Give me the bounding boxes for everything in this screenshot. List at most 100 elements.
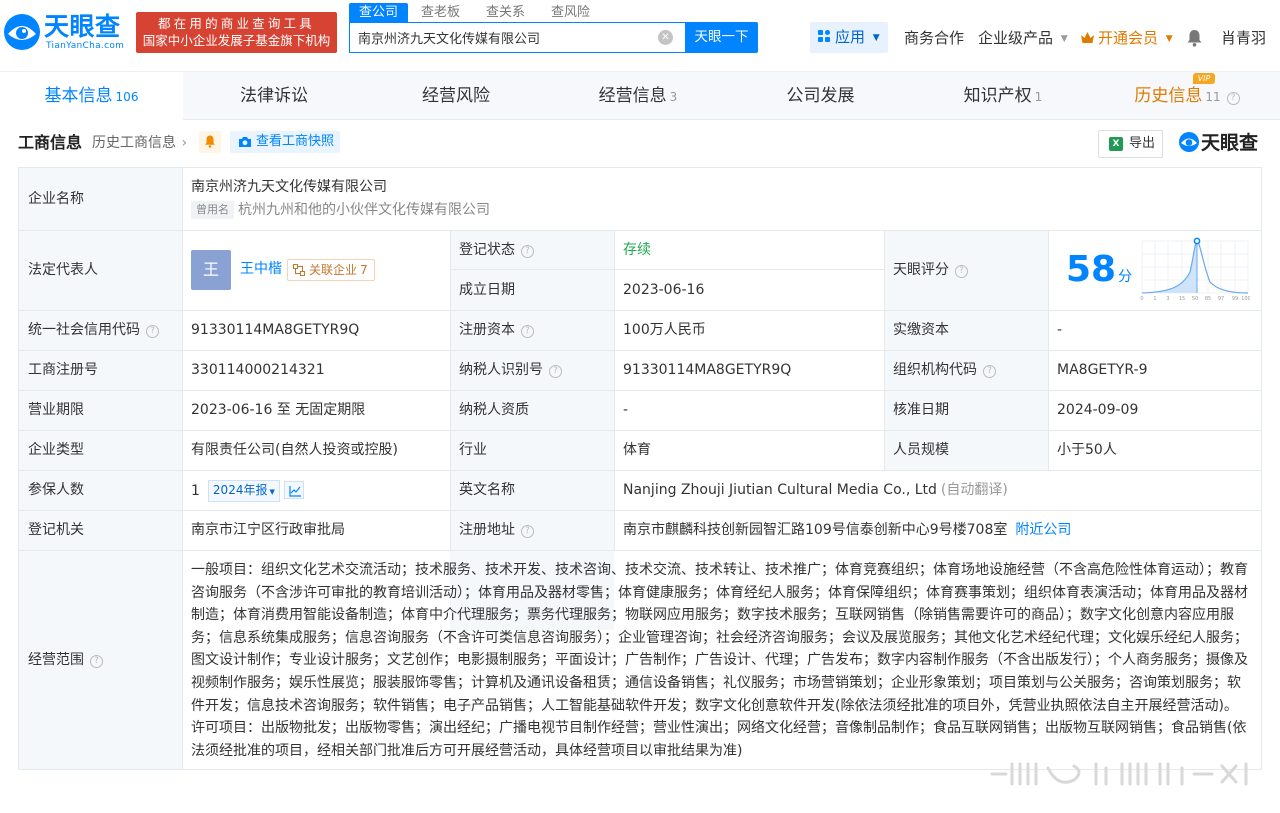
annual-report-dropdown[interactable]: 2024年报 ▼ xyxy=(207,480,280,502)
chevron-right-icon: › xyxy=(181,135,188,151)
business-info-table: 企业名称 南京州济九天文化传媒有限公司 曾用名 杭州九州和他的小伙伴文化传媒有限公… xyxy=(18,167,1262,770)
org-code-label: 组织机构代码? xyxy=(893,360,996,380)
former-name-tag: 曾用名 xyxy=(191,201,234,219)
watermark-scribble xyxy=(990,762,1248,786)
industry-value: 体育 xyxy=(623,442,651,458)
insured-value: 1 2024年报 ▼ xyxy=(191,480,304,502)
help-icon[interactable]: ? xyxy=(90,655,103,668)
apps-grid-icon xyxy=(818,30,831,43)
english-name-value: Nanjing Zhouji Jiutian Cultural Media Co… xyxy=(623,480,1008,500)
legal-rep-link[interactable]: 王中楷 xyxy=(240,259,282,279)
search-tab-boss[interactable]: 查老板 xyxy=(411,3,470,23)
authority-label: 登记机关 xyxy=(28,522,84,538)
nearby-companies-link[interactable]: 附近公司 xyxy=(1015,522,1071,538)
scope-text: 一般项目：组织文化艺术交流活动；技术服务、技术开发、技术咨询、技术交流、技术转让… xyxy=(191,562,1248,759)
reg-no-label: 工商注册号 xyxy=(28,362,98,378)
score-axis-tick-5: 85 xyxy=(1205,296,1211,302)
former-name: 曾用名 杭州九州和他的小伙伴文化传媒有限公司 xyxy=(191,200,490,220)
reg-capital-value: 100万人民币 xyxy=(623,322,706,338)
paid-capital-label: 实缴资本 xyxy=(893,322,949,338)
bell-icon[interactable] xyxy=(1186,29,1203,47)
tab-risk[interactable]: 经营风险 xyxy=(365,72,547,120)
search-box: ✕ xyxy=(349,22,685,53)
help-icon[interactable]: ? xyxy=(521,245,534,258)
tab-count: 1 xyxy=(1034,90,1043,104)
score-axis-tick-2: 3 xyxy=(1166,296,1169,302)
help-icon[interactable]: ? xyxy=(146,325,159,338)
slogan-banner[interactable]: 都在用的商业查询工具 国家中小企业发展子基金旗下机构 xyxy=(136,12,337,53)
english-name-label: 英文名称 xyxy=(459,482,515,498)
taxpayer-qual-label: 纳税人资质 xyxy=(459,402,529,418)
help-icon[interactable]: ? xyxy=(955,265,968,278)
nav-enterprise-products[interactable]: 企业级产品 ▼ xyxy=(978,27,1068,50)
tianyancha-logo[interactable]: 天眼查 TianYanCha.com xyxy=(2,12,130,52)
annual-report-label: 2024年报 xyxy=(212,483,268,497)
est-date-value: 2023-06-16 xyxy=(623,282,705,298)
score-distribution-chart: 0 1 3 15 50 85 97 99 100 xyxy=(1140,237,1250,302)
search-button[interactable]: 天眼一下 xyxy=(685,22,758,53)
logo-text: 天眼查 xyxy=(44,12,121,41)
history-business-link[interactable]: 历史工商信息 › xyxy=(92,133,187,153)
tab-label: 法律诉讼 xyxy=(240,86,308,106)
legal-rep-label: 法定代表人 xyxy=(28,262,98,278)
tab-label: 经营风险 xyxy=(422,86,490,106)
score-axis-tick-6: 97 xyxy=(1218,296,1224,302)
chevron-down-icon: ▼ xyxy=(269,488,275,496)
company-name-label: 企业名称 xyxy=(28,191,84,207)
taxpayer-id-label: 纳税人识别号? xyxy=(459,360,562,380)
tab-label: 公司发展 xyxy=(786,86,855,106)
score-axis-tick-4: 50 xyxy=(1192,296,1198,302)
taxpayer-qual-value: - xyxy=(623,402,629,418)
score-value[interactable]: 58 分 xyxy=(1066,248,1132,299)
help-icon[interactable]: ? xyxy=(983,365,996,378)
authority-value: 南京市江宁区行政审批局 xyxy=(191,522,345,538)
tab-label: 基本信息 xyxy=(44,86,113,106)
snapshot-button[interactable]: 查看工商快照 xyxy=(230,131,340,153)
trend-icon[interactable] xyxy=(283,481,304,499)
nav-vip[interactable]: 开通会员 ▼ xyxy=(1080,27,1173,50)
nav-business[interactable]: 商务合作 xyxy=(904,27,964,49)
reg-status-label: 登记状态? xyxy=(459,240,534,260)
help-icon[interactable]: ? xyxy=(549,365,562,378)
monitor-button[interactable] xyxy=(199,131,221,153)
score-number: 58 xyxy=(1066,249,1117,290)
tab-history[interactable]: 历史信息 11? xyxy=(1094,72,1280,120)
taxpayer-id-value: 91330114MA8GETYR9Q xyxy=(623,362,792,378)
search-input[interactable] xyxy=(350,23,650,52)
tab-basic-info[interactable]: 基本信息 106 xyxy=(0,72,183,120)
search-tab-relation[interactable]: 查关系 xyxy=(476,3,535,23)
export-label: 导出 xyxy=(1129,136,1156,151)
search-tab-company[interactable]: 查公司 xyxy=(349,3,409,23)
crown-icon xyxy=(1081,32,1094,43)
tab-legal[interactable]: 法律诉讼 xyxy=(183,72,365,120)
search-tab-risk[interactable]: 查风险 xyxy=(541,3,600,23)
related-companies-tag[interactable]: 关联企业 7 xyxy=(287,259,375,281)
export-button[interactable]: X 导出 xyxy=(1098,130,1163,158)
approval-date-label: 核准日期 xyxy=(893,402,949,418)
staff-value: 小于50人 xyxy=(1057,442,1117,458)
tab-development[interactable]: 公司发展 xyxy=(729,72,912,120)
logo-eye-icon xyxy=(4,14,40,50)
reg-no-value: 330114000214321 xyxy=(191,362,325,378)
network-icon xyxy=(293,264,305,276)
tab-business-info[interactable]: 经营信息 3 xyxy=(547,72,729,120)
org-code-value: MA8GETYR-9 xyxy=(1057,362,1148,378)
top-bar: 天眼查 TianYanCha.com 都在用的商业查询工具 国家中小企业发展子基… xyxy=(0,0,1280,72)
nav-enterprise-label: 企业级产品 xyxy=(978,29,1054,47)
avatar[interactable]: 王 xyxy=(191,250,231,290)
tab-label: 历史信息 xyxy=(1134,86,1203,106)
apps-menu-button[interactable]: 应用 ▼ xyxy=(810,22,888,53)
clear-icon[interactable]: ✕ xyxy=(658,30,673,45)
tab-ip[interactable]: 知识产权 1 xyxy=(912,72,1094,120)
address-value: 南京市麒麟科技创新园智汇路109号信泰创新中心9号楼708室 附近公司 xyxy=(623,520,1071,540)
score-axis-tick-3: 15 xyxy=(1179,296,1185,302)
help-icon[interactable]: ? xyxy=(521,325,534,338)
tab-count: 106 xyxy=(115,90,139,104)
related-label: 关联企业 xyxy=(309,263,358,277)
related-count: 7 xyxy=(360,263,368,277)
tab-count: 3 xyxy=(669,90,678,104)
user-name[interactable]: 肖青羽 xyxy=(1221,27,1266,49)
help-icon[interactable]: ? xyxy=(521,525,534,538)
est-date-label: 成立日期 xyxy=(459,282,515,298)
score-axis-tick-8: 100 xyxy=(1241,296,1250,302)
